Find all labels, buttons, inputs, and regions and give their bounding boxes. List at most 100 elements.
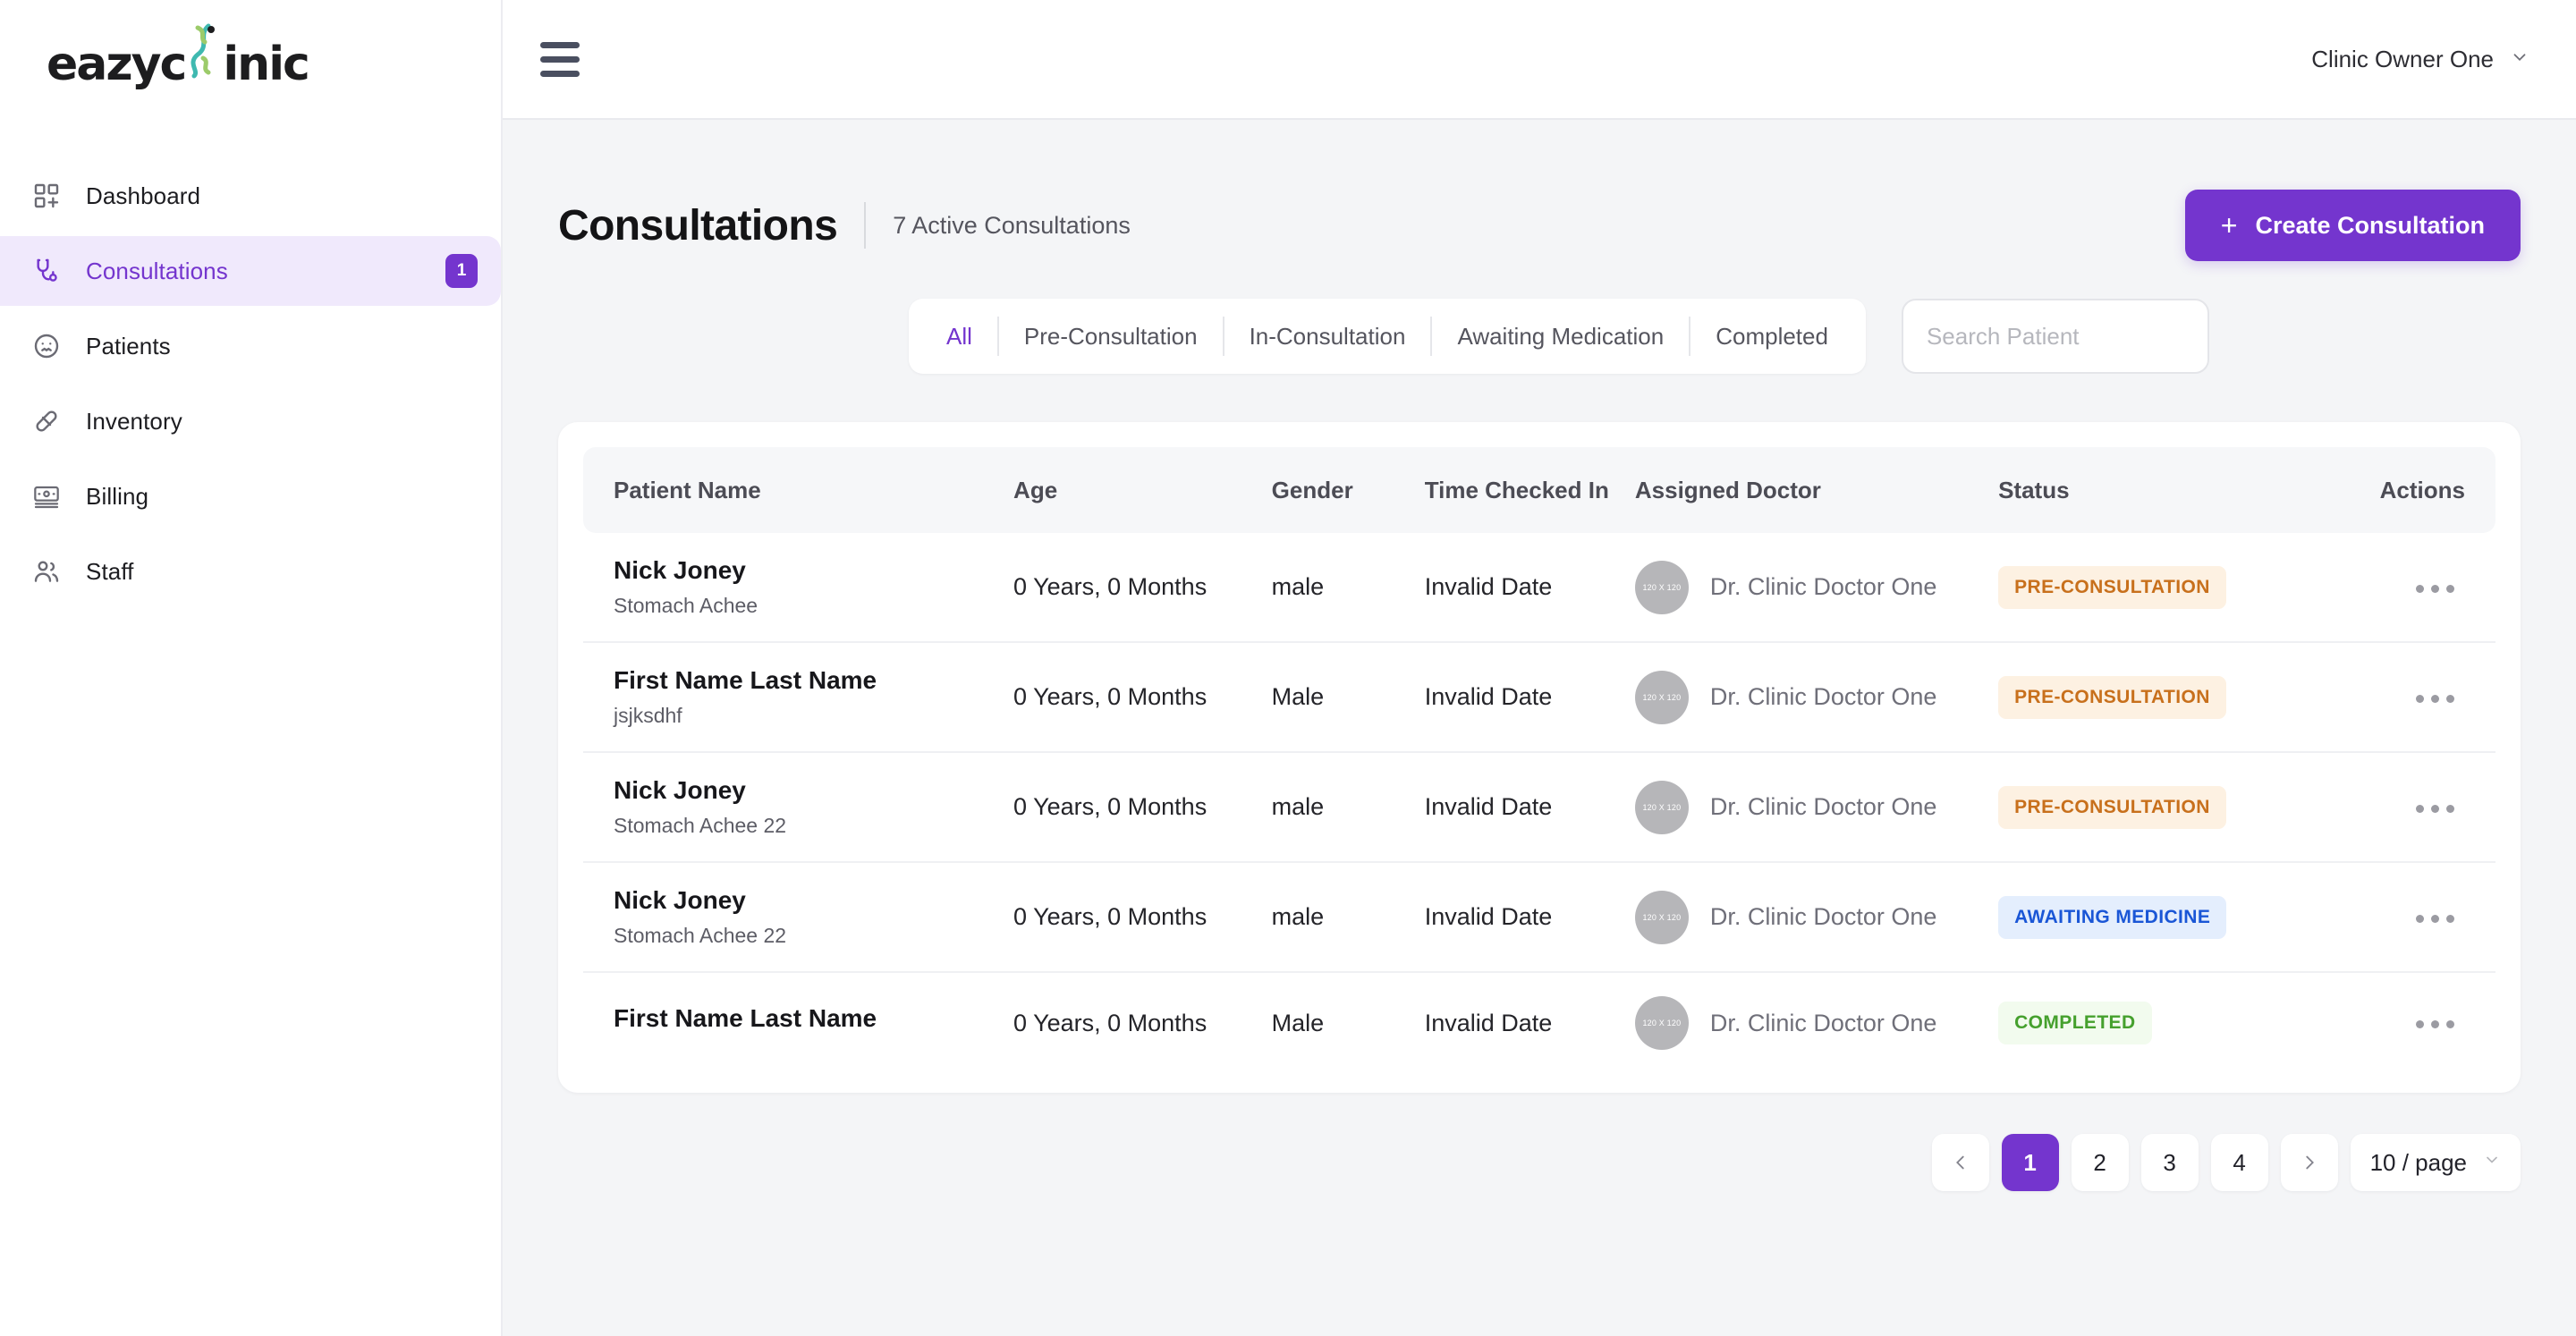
cell-status: COMPLETED: [1998, 972, 2285, 1073]
table-row[interactable]: First Name Last Name jsjksdhf 0 Years, 0…: [583, 642, 2496, 752]
avatar: 120 X 120: [1634, 890, 1689, 944]
cell-age: 0 Years, 0 Months: [1013, 903, 1208, 930]
page-size-label: 10 / page: [2369, 1148, 2467, 1176]
doctor-name: Dr. Clinic Doctor One: [1709, 683, 1937, 710]
more-options-icon[interactable]: [2405, 904, 2465, 934]
create-consultation-label: Create Consultation: [2255, 211, 2485, 239]
more-options-icon[interactable]: [2405, 684, 2465, 714]
cell-age: 0 Years, 0 Months: [1013, 573, 1208, 600]
brand-logo[interactable]: eazyc inic: [0, 0, 501, 118]
patient-note: Stomach Achee: [614, 594, 758, 617]
patient-note: jsjksdhf: [614, 704, 682, 727]
tab-all[interactable]: All: [921, 299, 997, 374]
patient-name: Nick Joney: [614, 886, 746, 914]
sidebar-item-label: Billing: [86, 482, 149, 510]
cell-assigned-doctor: 120 X 120 Dr. Clinic Doctor One: [1634, 533, 1998, 642]
column-header-gender: Gender: [1271, 476, 1353, 503]
sidebar-nav: Dashboard Consultations 1 Patients Inven…: [0, 161, 501, 606]
cell-gender: Male: [1271, 1009, 1325, 1036]
table-body: Nick Joney Stomach Achee 0 Years, 0 Mont…: [583, 533, 2496, 1073]
cell-actions: [2285, 862, 2496, 972]
user-name-label: Clinic Owner One: [2311, 45, 2494, 72]
table-row[interactable]: First Name Last Name 0 Years, 0 Months M…: [583, 972, 2496, 1073]
table-row[interactable]: Nick Joney Stomach Achee 22 0 Years, 0 M…: [583, 752, 2496, 862]
sidebar-item-patients[interactable]: Patients: [0, 311, 501, 381]
page-button-2[interactable]: 2: [2071, 1134, 2129, 1191]
page-size-select[interactable]: 10 / page: [2350, 1134, 2521, 1191]
status-badge: PRE-CONSULTATION: [1998, 785, 2226, 829]
patient-name: First Name Last Name: [614, 1004, 877, 1032]
column-header-age: Age: [1013, 476, 1058, 503]
chevron-right-icon[interactable]: [2280, 1134, 2338, 1191]
more-options-icon[interactable]: [2405, 794, 2465, 824]
cell-time-checked-in: Invalid Date: [1424, 1009, 1553, 1036]
cell-age: 0 Years, 0 Months: [1013, 793, 1208, 820]
pagination: 1 2 3 4 10 / page: [558, 1134, 2521, 1191]
column-header-actions: Actions: [2379, 476, 2465, 503]
dna-helix-icon: [185, 23, 223, 80]
cell-gender: male: [1271, 793, 1325, 820]
status-badge: COMPLETED: [1998, 1002, 2152, 1044]
cell-gender: male: [1271, 573, 1325, 600]
sidebar-item-inventory[interactable]: Inventory: [0, 386, 501, 456]
user-menu[interactable]: Clinic Owner One: [2311, 46, 2529, 73]
tab-in-consultation[interactable]: In-Consultation: [1224, 299, 1431, 374]
filter-row: All Pre-Consultation In-Consultation Awa…: [558, 299, 2521, 374]
tab-pre-consultation[interactable]: Pre-Consultation: [999, 299, 1223, 374]
cell-status: AWAITING MEDICINE: [1998, 862, 2285, 972]
column-header-assigned-doctor: Assigned Doctor: [1634, 476, 1821, 503]
chevron-left-icon[interactable]: [1931, 1134, 1989, 1191]
status-badge: PRE-CONSULTATION: [1998, 675, 2226, 719]
cell-patient-name: First Name Last Name: [583, 972, 1013, 1073]
page-button-4[interactable]: 4: [2210, 1134, 2268, 1191]
create-consultation-button[interactable]: + Create Consultation: [2184, 190, 2521, 261]
column-header-status: Status: [1998, 476, 2070, 503]
column-header-patient-name: Patient Name: [614, 476, 761, 503]
avatar: 120 X 120: [1634, 780, 1689, 834]
header-divider: [864, 202, 867, 249]
cell-status: PRE-CONSULTATION: [1998, 752, 2285, 862]
table-row[interactable]: Nick Joney Stomach Achee 0 Years, 0 Mont…: [583, 533, 2496, 642]
cell-gender: male: [1271, 903, 1325, 930]
patient-note: Stomach Achee 22: [614, 814, 787, 837]
sidebar: eazyc inic Dashboard Consultations 1 Pat…: [0, 0, 503, 1336]
cell-assigned-doctor: 120 X 120 Dr. Clinic Doctor One: [1634, 642, 1998, 752]
sidebar-item-dashboard[interactable]: Dashboard: [0, 161, 501, 231]
page-button-1[interactable]: 1: [2001, 1134, 2059, 1191]
sidebar-item-consultations[interactable]: Consultations 1: [0, 236, 501, 306]
cell-assigned-doctor: 120 X 120 Dr. Clinic Doctor One: [1634, 972, 1998, 1073]
more-options-icon[interactable]: [2405, 574, 2465, 604]
cell-actions: [2285, 972, 2496, 1073]
tab-awaiting-medication[interactable]: Awaiting Medication: [1432, 299, 1689, 374]
cell-patient-name: First Name Last Name jsjksdhf: [583, 642, 1013, 752]
status-filter-tabs: All Pre-Consultation In-Consultation Awa…: [909, 299, 1866, 374]
cell-gender: Male: [1271, 683, 1325, 710]
status-badge: PRE-CONSULTATION: [1998, 565, 2226, 609]
doctor-name: Dr. Clinic Doctor One: [1709, 793, 1937, 820]
tab-completed[interactable]: Completed: [1690, 299, 1853, 374]
dashboard-grid-icon: [27, 176, 66, 216]
cell-age: 0 Years, 0 Months: [1013, 683, 1208, 710]
avatar: 120 X 120: [1634, 996, 1689, 1050]
sidebar-item-staff[interactable]: Staff: [0, 537, 501, 606]
doctor-name: Dr. Clinic Doctor One: [1709, 573, 1937, 600]
patient-name: Nick Joney: [614, 556, 746, 584]
sidebar-item-label: Patients: [86, 332, 171, 359]
topbar: Clinic Owner One: [503, 0, 2576, 118]
sidebar-item-billing[interactable]: Billing: [0, 461, 501, 531]
billing-card-icon: [27, 477, 66, 516]
page-button-3[interactable]: 3: [2140, 1134, 2199, 1191]
sidebar-badge-count: 1: [445, 254, 478, 288]
table-header-row: Patient Name Age Gender Time Checked In …: [583, 447, 2496, 533]
cell-age: 0 Years, 0 Months: [1013, 1009, 1208, 1036]
hamburger-menu-icon[interactable]: [540, 41, 580, 77]
chevron-down-icon: [2510, 46, 2529, 73]
table-row[interactable]: Nick Joney Stomach Achee 22 0 Years, 0 M…: [583, 862, 2496, 972]
more-options-icon[interactable]: [2405, 1010, 2465, 1039]
cell-time-checked-in: Invalid Date: [1424, 903, 1553, 930]
cell-time-checked-in: Invalid Date: [1424, 683, 1553, 710]
table-header: Patient Name Age Gender Time Checked In …: [583, 447, 2496, 533]
brand-name-part1: eazyc: [47, 37, 187, 91]
cell-actions: [2285, 642, 2496, 752]
search-patient-input[interactable]: [1901, 299, 2209, 374]
